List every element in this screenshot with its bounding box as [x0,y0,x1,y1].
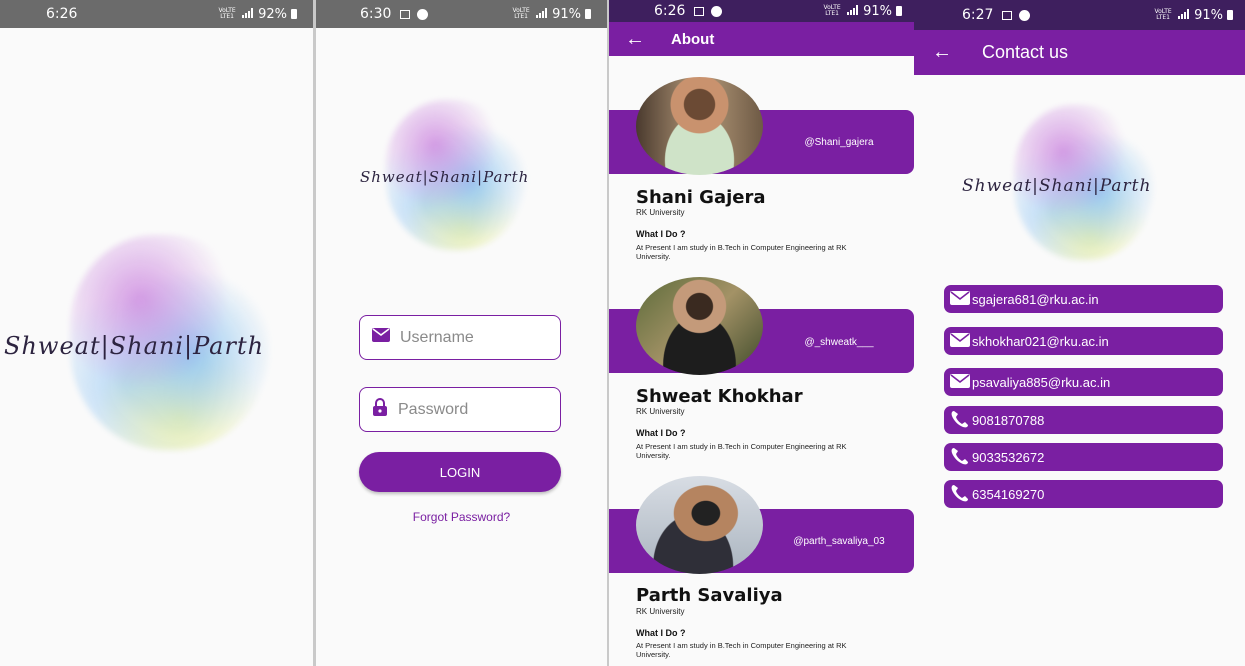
member-handle[interactable]: @parth_savaliya_03 [764,536,914,547]
contact-phone-item[interactable]: 9033532672 [944,443,1223,471]
mail-icon [950,332,970,350]
phone-icon [950,447,970,468]
contact-email-item[interactable]: psavaliya885@rku.ac.in [944,368,1223,396]
login-button[interactable]: LOGIN [359,452,561,492]
lock-icon [372,398,388,421]
mail-icon [372,328,390,347]
network-label: VoLTE LTE1 [512,7,530,20]
member-university: RK University [636,607,685,616]
battery-percent: 91% [863,3,892,19]
member-university: RK University [636,407,685,416]
status-time-text: 6:26 [654,3,686,19]
member-university: RK University [636,208,685,217]
contact-value: skhokhar021@rku.ac.in [972,333,1109,349]
about-screen: 6:26 VoLTE LTE1 91% ← About @Shani_gajer… [609,0,914,666]
member-handle[interactable]: @Shani_gajera [764,137,914,148]
contact-value: psavaliya885@rku.ac.in [972,374,1111,390]
battery-percent: 91% [552,6,581,22]
forgot-password-link[interactable]: Forgot Password? [316,510,607,524]
avatar [636,476,763,574]
battery-icon [585,9,591,19]
contact-value: sgajera681@rku.ac.in [972,291,1099,307]
whatsapp-notification-icon [711,5,723,17]
battery-icon [1227,10,1233,20]
battery-percent: 91% [1194,7,1223,23]
member-description: At Present I am study in B.Tech in Compu… [636,641,847,659]
contact-value: 9081870788 [972,412,1045,428]
battery-icon [291,9,297,19]
contact-value: 9033532672 [972,449,1045,465]
username-field[interactable] [359,315,561,360]
logo-text: Shweat|Shani|Parth [962,176,1152,196]
member-question: What I Do ? [636,428,686,438]
network-label: VoLTE LTE1 [218,7,236,20]
status-time-text: 6:27 [962,7,994,23]
status-time: 6:27 [962,7,1031,23]
app-bar: ← About [609,22,914,56]
member-name: Shweat Khokhar [636,386,803,407]
gallery-notification-icon [693,6,704,16]
status-bar: 6:26 VoLTE LTE1 92% [0,0,313,28]
contact-value: 6354169270 [972,486,1045,502]
battery-percent: 92% [258,6,287,22]
status-time: 6:30 [360,6,429,22]
status-time: 6:26 [46,6,78,22]
battery-icon [896,6,902,16]
contact-email-item[interactable]: skhokhar021@rku.ac.in [944,327,1223,355]
status-bar: 6:30 VoLTE LTE1 91% [316,0,607,28]
status-time: 6:26 [654,3,723,19]
mail-icon [950,290,970,308]
avatar [636,77,763,175]
signal-icon [847,4,859,19]
username-input[interactable] [400,328,550,347]
member-handle[interactable]: @_shweatk___ [764,337,914,348]
back-arrow-icon[interactable]: ← [625,28,647,51]
network-label: VoLTE LTE1 [823,4,841,17]
password-input[interactable] [398,400,548,419]
status-system-icons: VoLTE LTE1 91% [821,4,902,19]
contact-email-item[interactable]: sgajera681@rku.ac.in [944,285,1223,313]
splash-screen: 6:26 VoLTE LTE1 92% Shweat|Shani|Parth [0,0,313,666]
back-arrow-icon[interactable]: ← [932,41,954,64]
mail-icon [950,373,970,391]
status-system-icons: VoLTE LTE1 91% [510,7,591,22]
logo-text: Shweat|Shani|Parth [4,332,265,360]
avatar [636,277,763,375]
gallery-notification-icon [1001,10,1012,20]
network-label: VoLTE LTE1 [1154,8,1172,21]
logo-text: Shweat|Shani|Parth [360,168,530,186]
whatsapp-notification-icon [1019,9,1031,21]
phone-icon [950,484,970,505]
signal-icon [242,7,254,22]
whatsapp-notification-icon [417,8,429,20]
member-description: At Present I am study in B.Tech in Compu… [636,243,847,261]
member-name: Shani Gajera [636,187,766,208]
contact-phone-item[interactable]: 6354169270 [944,480,1223,508]
password-field[interactable] [359,387,561,432]
page-title: About [671,30,715,48]
member-description: At Present I am study in B.Tech in Compu… [636,442,847,460]
status-system-icons: VoLTE LTE1 92% [216,7,297,22]
contact-phone-item[interactable]: 9081870788 [944,406,1223,434]
status-bar: 6:27 VoLTE LTE1 91% [914,0,1245,30]
status-bar: 6:26 VoLTE LTE1 91% [609,0,914,22]
login-screen: 6:30 VoLTE LTE1 91% Shweat|Shani|Parth L… [316,0,607,666]
status-time-text: 6:30 [360,6,392,22]
phone-icon [950,410,970,431]
signal-icon [1178,8,1190,23]
signal-icon [536,7,548,22]
contact-screen: 6:27 VoLTE LTE1 91% ← Contact us Shweat|… [914,0,1245,666]
member-question: What I Do ? [636,628,686,638]
member-question: What I Do ? [636,229,686,239]
gallery-notification-icon [399,9,410,19]
page-title: Contact us [982,42,1069,62]
member-name: Parth Savaliya [636,585,783,606]
app-bar: ← Contact us [914,30,1245,75]
status-system-icons: VoLTE LTE1 91% [1152,8,1233,23]
